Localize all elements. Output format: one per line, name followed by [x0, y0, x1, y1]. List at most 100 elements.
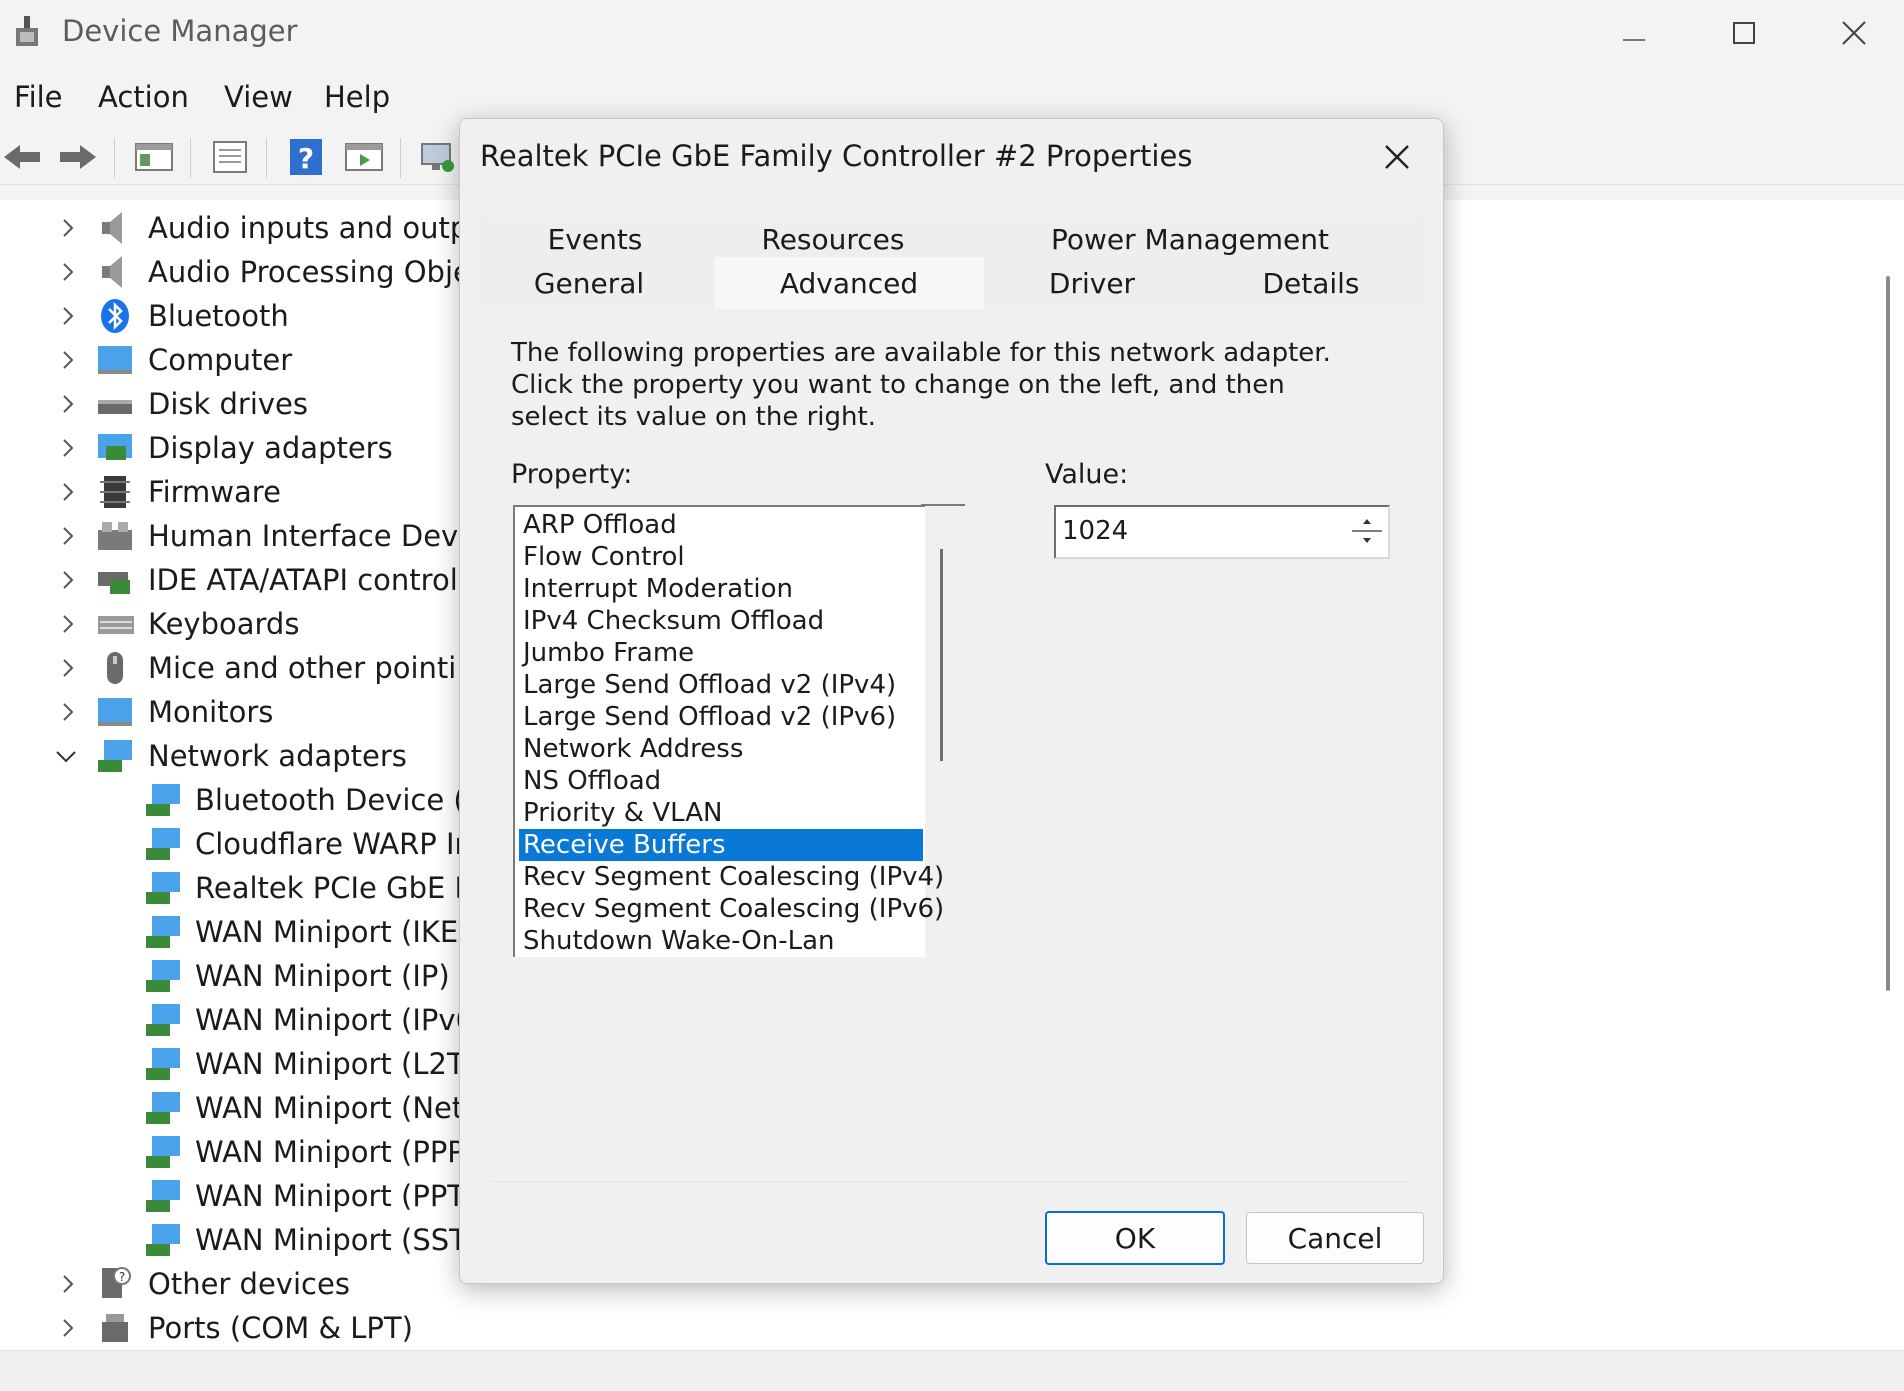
tab-power-management[interactable]: Power Management	[958, 217, 1422, 261]
display-adapter-icon	[98, 434, 132, 460]
speaker-icon	[102, 212, 122, 244]
bluetooth-icon	[101, 299, 129, 333]
list-item[interactable]: Jumbo Frame	[519, 637, 923, 669]
scan-hardware-changes-button[interactable]	[414, 136, 458, 178]
tree-label: WAN Miniport (PPTI	[195, 1179, 460, 1213]
network-adapter-icon	[146, 1136, 180, 1168]
chevron-right-icon[interactable]	[56, 304, 80, 328]
tree-label: Bluetooth Device (Pe	[195, 783, 460, 817]
chevron-right-icon[interactable]	[56, 1272, 80, 1296]
svg-text:?: ?	[119, 1270, 125, 1284]
chevron-right-icon[interactable]	[56, 700, 80, 724]
status-bar	[0, 1350, 1904, 1391]
firmware-icon	[100, 476, 130, 508]
dialog-separator	[490, 1181, 1410, 1182]
vertical-scrollbar[interactable]	[1886, 276, 1890, 991]
chevron-right-icon[interactable]	[56, 480, 80, 504]
list-item[interactable]: Large Send Offload v2 (IPv6)	[519, 701, 923, 733]
monitor-icon	[98, 698, 132, 726]
menu-file[interactable]: File	[14, 80, 63, 114]
monitor-scan-icon	[421, 143, 454, 172]
chevron-right-icon[interactable]	[56, 348, 80, 372]
maximize-icon	[1733, 22, 1755, 44]
property-listbox[interactable]: ARP Offload Flow Control Interrupt Moder…	[513, 505, 944, 957]
ok-button[interactable]: OK	[1045, 1211, 1225, 1265]
forward-button[interactable]	[56, 136, 100, 178]
tab-details[interactable]: Details	[1200, 261, 1422, 305]
show-hide-console-tree-button[interactable]	[132, 136, 176, 178]
chevron-right-icon[interactable]	[56, 392, 80, 416]
minimize-button[interactable]	[1594, 6, 1674, 60]
back-arrow-icon	[4, 145, 40, 169]
cancel-button[interactable]: Cancel	[1246, 1212, 1424, 1264]
update-driver-button[interactable]	[342, 136, 386, 178]
tree-label: IDE ATA/ATAPI controlle	[148, 563, 460, 597]
close-icon	[1385, 145, 1409, 169]
menu-view[interactable]: View	[224, 80, 293, 114]
toolbar-separator	[266, 138, 267, 178]
chevron-right-icon[interactable]	[56, 568, 80, 592]
chevron-down-icon[interactable]	[54, 744, 78, 768]
chevron-right-icon[interactable]	[56, 612, 80, 636]
tab-advanced[interactable]: Advanced	[714, 257, 984, 309]
tree-label: Network adapters	[148, 739, 407, 773]
tab-resources[interactable]: Resources	[708, 217, 958, 261]
tree-label: Cloudflare WARP Int	[195, 827, 460, 861]
network-adapter-icon	[146, 916, 180, 948]
value-spinbox[interactable]	[1054, 505, 1390, 559]
network-adapter-icon	[146, 872, 180, 904]
list-item[interactable]: Recv Segment Coalescing (IPv4)	[519, 861, 944, 893]
tab-general[interactable]: General	[482, 261, 696, 305]
list-item[interactable]: Shutdown Wake-On-Lan	[519, 925, 923, 957]
list-item[interactable]: Recv Segment Coalescing (IPv6)	[519, 893, 944, 925]
properties-button[interactable]	[208, 136, 252, 178]
list-item[interactable]: Flow Control	[519, 541, 923, 573]
tree-label: Audio inputs and outpu	[148, 211, 460, 245]
other-devices-icon: ?	[102, 1267, 131, 1298]
spinner-arrows-icon[interactable]	[1350, 511, 1384, 551]
help-button[interactable]: ?	[284, 136, 328, 178]
tree-label: Display adapters	[148, 431, 393, 465]
listbox-border	[921, 504, 965, 506]
chevron-right-icon[interactable]	[56, 656, 80, 680]
value-input[interactable]	[1062, 511, 1332, 551]
maximize-button[interactable]	[1704, 6, 1784, 60]
list-item-selected[interactable]: Receive Buffers	[519, 829, 923, 861]
forward-arrow-icon	[60, 145, 96, 169]
toolbar-separator	[190, 138, 191, 178]
window-title: Device Manager	[62, 14, 298, 48]
list-item[interactable]: Priority & VLAN	[519, 797, 923, 829]
minimize-icon	[1623, 39, 1645, 41]
network-adapter-icon	[146, 1092, 180, 1124]
menu-action[interactable]: Action	[98, 80, 189, 114]
tab-events[interactable]: Events	[482, 217, 708, 261]
tree-label: Other devices	[148, 1267, 350, 1301]
list-item[interactable]: Network Address	[519, 733, 923, 765]
list-item[interactable]: Interrupt Moderation	[519, 573, 923, 605]
menu-help[interactable]: Help	[324, 80, 390, 114]
tree-label: Audio Processing Objec	[148, 255, 460, 289]
tree-label: Disk drives	[148, 387, 309, 421]
tree-label: Ports (COM & LPT)	[148, 1311, 413, 1345]
tree-label: Mice and other pointing	[148, 651, 460, 685]
list-item[interactable]: Large Send Offload v2 (IPv4)	[519, 669, 923, 701]
device-manager-icon	[16, 16, 38, 46]
tab-driver[interactable]: Driver	[984, 261, 1200, 305]
help-icon: ?	[290, 139, 322, 175]
list-item[interactable]: NS Offload	[519, 765, 923, 797]
dialog-close-button[interactable]	[1369, 131, 1425, 183]
tree-label: Keyboards	[148, 607, 300, 641]
network-adapter-icon	[146, 828, 180, 860]
tree-label: WAN Miniport (PPP	[195, 1135, 460, 1169]
chevron-right-icon[interactable]	[56, 260, 80, 284]
list-item[interactable]: ARP Offload	[519, 509, 923, 541]
chevron-right-icon[interactable]	[56, 1316, 80, 1340]
close-window-button[interactable]	[1814, 6, 1894, 60]
chevron-right-icon[interactable]	[56, 436, 80, 460]
chevron-right-icon[interactable]	[56, 216, 80, 240]
property-label: Property:	[511, 459, 633, 490]
back-button[interactable]	[0, 136, 44, 178]
chevron-right-icon[interactable]	[56, 524, 80, 548]
listbox-scrollbar[interactable]	[940, 549, 943, 761]
list-item[interactable]: IPv4 Checksum Offload	[519, 605, 923, 637]
